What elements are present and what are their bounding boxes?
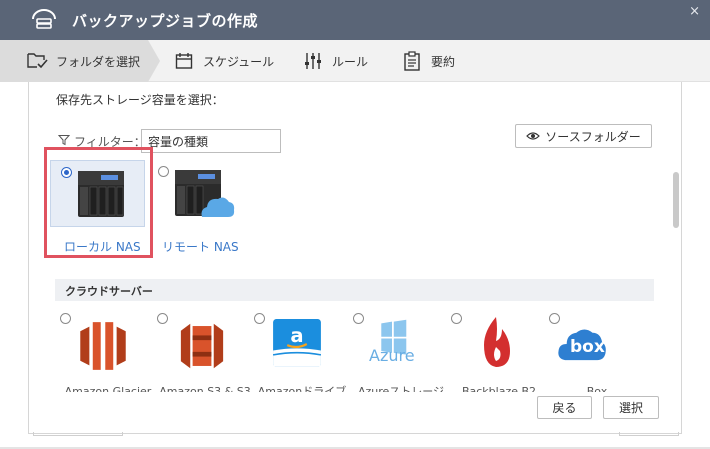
amazon-s3-icon: [180, 323, 224, 369]
scrollbar-thumb[interactable]: [673, 172, 679, 228]
calendar-icon: [173, 50, 195, 72]
step-label: 要約: [431, 54, 456, 69]
remote-nas-label[interactable]: リモート NAS: [162, 238, 239, 255]
background-panel-edge: [33, 432, 123, 436]
step-summary[interactable]: 要約: [401, 40, 455, 82]
cloud-radio[interactable]: [353, 313, 364, 324]
step-bar: フォルダを選択 スケジュール ルール 要約: [0, 40, 710, 82]
backup-icon: [32, 9, 56, 29]
local-nas-label[interactable]: ローカル NAS: [64, 238, 141, 255]
source-folder-label: ソースフォルダー: [545, 129, 641, 144]
sliders-icon: [302, 50, 324, 72]
box-logo-text: box: [570, 337, 605, 357]
step-folder-select[interactable]: フォルダを選択: [0, 40, 160, 82]
close-button[interactable]: ×: [689, 4, 700, 19]
cloud-item-azure[interactable]: Azure Azureストレージ: [353, 313, 447, 395]
cloud-radio[interactable]: [60, 313, 71, 324]
remote-nas-radio[interactable]: [158, 166, 169, 177]
amazon-glacier-icon: [80, 322, 126, 370]
cloud-radio[interactable]: [157, 313, 168, 324]
step-label: スケジュール: [203, 54, 275, 69]
step-label: ルール: [332, 54, 369, 69]
eye-icon: [526, 132, 541, 140]
cloud-radio[interactable]: [254, 313, 265, 324]
cloud-section-header: クラウドサーバー: [55, 279, 654, 301]
amazon-drive-icon: a: [272, 319, 322, 367]
backblaze-icon: [484, 317, 510, 367]
filter-icon: [58, 135, 70, 146]
select-button[interactable]: 選択: [603, 396, 659, 419]
storage-heading: 保存先ストレージ容量を選択：: [56, 93, 224, 107]
step-schedule[interactable]: スケジュール: [173, 40, 274, 82]
step-label: フォルダを選択: [56, 54, 141, 69]
window-title: バックアップジョブの作成: [72, 12, 259, 30]
back-button[interactable]: 戻る: [537, 396, 592, 419]
title-bar: バックアップジョブの作成 ×: [0, 0, 710, 40]
filter-select[interactable]: 容量の種類: [141, 129, 281, 153]
remote-nas-option[interactable]: [155, 160, 247, 226]
clipboard-icon: [401, 50, 423, 72]
background-panel-edge: [619, 432, 679, 436]
cloud-item-amazon-s3[interactable]: Amazon S3 & S3: [157, 313, 251, 395]
source-folder-button[interactable]: ソースフォルダー: [515, 124, 652, 148]
cloud-item-backblaze[interactable]: Backblaze B2: [451, 313, 545, 395]
svg-text:a: a: [290, 324, 303, 347]
remote-nas-icon: [175, 170, 235, 217]
folder-select-icon: [26, 50, 48, 72]
cloud-item-box[interactable]: box Box: [549, 313, 643, 395]
cloud-item-amazon-drive[interactable]: a Amazonドライブ: [254, 313, 348, 395]
cloud-radio[interactable]: [451, 313, 462, 324]
azure-logo-text: Azure: [369, 346, 415, 365]
cloud-item-amazon-glacier[interactable]: Amazon Glacier: [60, 313, 154, 395]
step-rules[interactable]: ルール: [302, 40, 368, 82]
